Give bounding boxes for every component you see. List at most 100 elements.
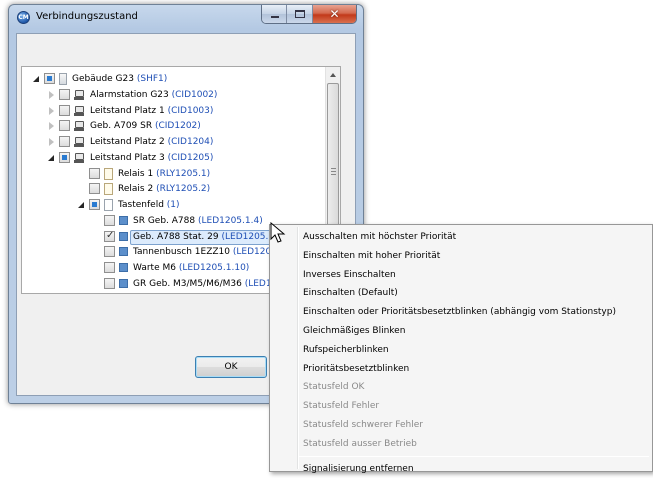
close-icon: ✕ (329, 7, 340, 21)
tree-item-checkbox[interactable] (59, 104, 70, 116)
collapse-arrow-icon[interactable] (32, 71, 42, 87)
tree-item-id: (CID1208) (178, 292, 224, 294)
app-icon: CM (17, 11, 30, 24)
tree-item-id: (CID1003) (167, 105, 214, 116)
tree-item-checkbox[interactable] (89, 167, 100, 179)
expand-arrow-icon[interactable] (47, 103, 57, 119)
tree-item-id: (LED1205.1.4) (197, 215, 263, 226)
tree-item-checkbox[interactable] (59, 136, 70, 147)
tree-item-id: (RLY1205.1) (156, 168, 211, 179)
collapse-arrow-icon[interactable] (47, 150, 57, 166)
tree-item[interactable]: Tannenbusch 1EZZ10 (LED1205.1 (92, 244, 286, 260)
tree-item[interactable]: Geb. A709 SR (CID1202) (47, 118, 201, 134)
menu-item[interactable]: Einschalten (Default) (303, 284, 398, 302)
tree-item-label: Tannenbusch 1EZZ10 (133, 247, 230, 258)
grip-icon (331, 168, 336, 175)
tree-item-label: Relais 2 (118, 184, 154, 195)
led-icon (119, 247, 128, 257)
tree-item-text: Tannenbusch 1EZZ10 (LED1205.1 (133, 244, 286, 260)
tree-item-label: Gebäude G23 (72, 74, 134, 84)
title-bar[interactable]: CM Verbindungszustand ✕ (9, 5, 363, 29)
menu-item: Statusfeld Fehler (303, 401, 380, 412)
tree-item[interactable]: Leitstand Platz 1 (CID1003) (47, 103, 213, 119)
tree-item-label: Tastenfeld (118, 200, 164, 210)
menu-item[interactable]: Signalisierung entfernen (303, 460, 414, 478)
tree-item[interactable]: Leitstand Platz 2 (CID1204) (47, 134, 213, 150)
minimize-button[interactable] (262, 5, 288, 23)
menu-item: Statusfeld OK (303, 382, 365, 393)
menu-item[interactable]: Gleichmäßiges Blinken (303, 322, 405, 340)
collapse-arrow-icon[interactable] (77, 197, 87, 213)
tree-item-checkbox[interactable] (44, 73, 55, 84)
tree-item-checkbox[interactable] (59, 294, 70, 295)
tree-item-label: Geb. A709 SR (90, 121, 153, 132)
tree-item-text: Warte M6 (LED1205.1.10) (133, 260, 249, 276)
station-icon (74, 120, 85, 132)
keypad-icon (104, 199, 113, 211)
menu-item: Statusfeld ausser Betrieb (303, 438, 417, 449)
led-icon (119, 278, 128, 288)
tree-item-id: (LED1205.1.10) (178, 263, 250, 273)
tree-item[interactable]: Warte M6 (LED1205.1.10) (92, 260, 249, 276)
tree-item-checkbox[interactable] (104, 214, 115, 226)
tree-item-text: Relais 2 (RLY1205.2) (118, 181, 210, 197)
station-icon (74, 152, 85, 164)
menu-item[interactable]: Inverses Einschalten (303, 266, 396, 284)
menu-item[interactable]: Einschalten mit hoher Priorität (303, 247, 440, 265)
tree-item-checkbox[interactable] (89, 183, 100, 195)
tree-item-id: (SHF1) (136, 74, 168, 84)
tree-item-text: Leitstand Platz 1 (CID1003) (90, 103, 213, 119)
tree-item-text: GR Geb. M3/M5/M6/M36 (LED12 (133, 276, 277, 292)
ok-button[interactable]: OK (195, 356, 267, 378)
tree-item[interactable]: Geb. A788 Stat. 29 (LED1205.1.8) (92, 229, 290, 245)
tree-item[interactable]: Gebäude G23 (SHF1) (32, 71, 167, 87)
tree-item[interactable]: Leitstand Platz 3 (CID1205) (47, 150, 213, 166)
station-icon (74, 89, 85, 101)
menu-separator (299, 455, 649, 457)
tree-item-label: Leitstand Platz 1 (90, 105, 165, 116)
tree-item-checkbox[interactable] (104, 277, 115, 289)
tree-item-checkbox[interactable] (104, 246, 115, 258)
menu-item[interactable]: Einschalten oder Prioritätsbesetztblinke… (303, 303, 616, 321)
tree-item-checkbox[interactable] (104, 262, 115, 273)
close-button[interactable]: ✕ (312, 5, 356, 23)
tree-item-label: GR Geb. M3/M5/M6/M36 (133, 278, 242, 289)
tree-item-id: (1) (166, 200, 180, 210)
tree-item-checkbox[interactable] (89, 199, 100, 210)
tree-item-checkbox[interactable] (59, 151, 70, 163)
tree-item-checkbox[interactable] (59, 88, 70, 100)
maximize-button[interactable] (287, 5, 313, 23)
menu-item[interactable]: Ausschalten mit höchster Priorität (303, 228, 456, 246)
tree-item[interactable]: Alarmstation G23 (CID1002) (47, 87, 217, 103)
tree-item-text: Geb. A788 Stat. 29 (LED1205.1.8) (130, 229, 290, 245)
tree-item[interactable]: Relais 2 (RLY1205.2) (77, 181, 210, 197)
expand-arrow-icon[interactable] (47, 292, 57, 294)
tree-item-checkbox[interactable] (59, 120, 70, 132)
tree-item-label: Relais 1 (118, 168, 154, 179)
menu-item[interactable]: Rufspeicherblinken (303, 341, 389, 359)
tree-item-checkbox[interactable] (104, 229, 115, 243)
tree-item-id: (CID1204) (167, 137, 214, 147)
tree-item[interactable]: GR Geb. M3/M5/M6/M36 (LED12 (92, 276, 277, 292)
tree-item-label: Alarmstation G23 (90, 89, 169, 100)
led-icon (119, 231, 128, 241)
relay-icon (104, 183, 113, 196)
led-icon (119, 263, 128, 272)
tree-item[interactable]: Relais 1 (RLY1205.1) (77, 166, 210, 182)
tree-item[interactable]: Tastenfeld (1) (77, 197, 180, 213)
expand-arrow-icon[interactable] (47, 118, 57, 134)
mouse-pointer-icon (270, 222, 286, 243)
expand-arrow-icon[interactable] (47, 134, 57, 150)
tree-item-id: (RLY1205.2) (156, 184, 211, 195)
tree-item[interactable]: SR Geb. A788 (LED1205.1.4) (92, 213, 263, 229)
menu-item[interactable]: Prioritätsbesetztblinken (303, 360, 409, 378)
tree-item[interactable]: Geb. A788 Stat. 29 (CID1208) (47, 292, 224, 295)
tree-item-label: Geb. A788 Stat. 29 (133, 231, 219, 242)
scroll-up-icon[interactable] (330, 73, 336, 77)
station-icon (74, 294, 85, 295)
caption-buttons: ✕ (261, 5, 357, 24)
expand-arrow-icon[interactable] (47, 87, 57, 103)
